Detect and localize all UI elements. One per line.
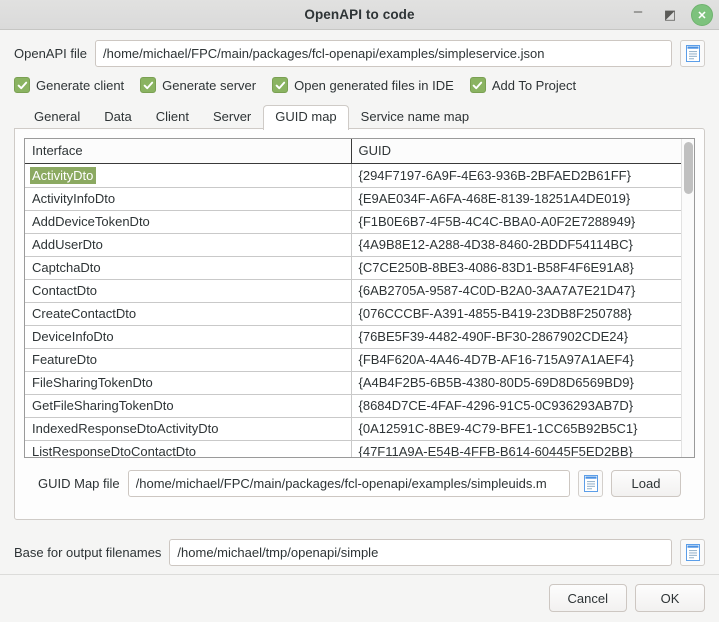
checkbox-open-generated-files-in-ide[interactable]: Open generated files in IDE [272,77,454,93]
document-icon [583,475,598,492]
scrollbar-thumb[interactable] [684,142,693,194]
guid-map-grid: Interface GUID ActivityDto {294F7197-6A9… [24,138,695,458]
table-row[interactable]: ContactDto {6AB2705A-9587-4C0D-B2A0-3AA7… [25,279,681,303]
window-controls: – ◩ ✕ [627,0,713,30]
table-row[interactable]: ListResponseDtoContactDto {47F11A9A-E54B… [25,440,681,457]
guid-map-grid-viewport: Interface GUID ActivityDto {294F7197-6A9… [25,139,681,457]
cancel-button[interactable]: Cancel [548,584,627,612]
cell-guid[interactable]: {0A12591C-8BE9-4C79-BFE1-1CC65B92B5C1} [351,417,681,441]
tab-general[interactable]: General [22,105,92,129]
cell-interface[interactable]: IndexedResponseDtoActivityDto [25,417,352,441]
table-row[interactable]: DeviceInfoDto {76BE5F39-4482-490F-BF30-2… [25,325,681,349]
base-output-browse-button[interactable] [680,539,705,566]
checkbox-label: Generate server [162,77,257,93]
table-row[interactable]: ActivityDto {294F7197-6A9F-4E63-936B-2BF… [25,163,681,188]
cell-interface[interactable]: FileSharingTokenDto [25,371,352,395]
tab-panel-guid-map: Interface GUID ActivityDto {294F7197-6A9… [14,128,705,520]
cell-guid[interactable]: {FB4F620A-4A46-4D7B-AF16-715A97A1AEF4} [351,348,681,372]
table-row[interactable]: FileSharingTokenDto {A4B4F2B5-6B5B-4380-… [25,371,681,395]
guid-map-file-input[interactable] [127,470,570,497]
cell-guid[interactable]: {E9AE034F-A6FA-468E-8139-18251A4DE019} [351,187,681,211]
cell-guid[interactable]: {76BE5F39-4482-490F-BF30-2867902CDE24} [351,325,681,349]
grid-vertical-scrollbar[interactable] [681,139,694,457]
cell-guid[interactable]: {6AB2705A-9587-4C0D-B2A0-3AA7A7E21D47} [351,279,681,303]
table-row[interactable]: ActivityInfoDto {E9AE034F-A6FA-468E-8139… [25,187,681,211]
table-row[interactable]: CreateContactDto {076CCCBF-A391-4855-B41… [25,302,681,326]
ok-button[interactable]: OK [635,584,705,612]
maximize-icon[interactable]: ◩ [659,4,681,26]
table-row[interactable]: CaptchaDto {C7CE250B-8BE3-4086-83D1-B58F… [25,256,681,280]
tab-guid-map[interactable]: GUID map [263,105,349,130]
cell-interface[interactable]: ListResponseDtoContactDto [25,440,352,457]
column-header-interface[interactable]: Interface [25,139,352,164]
window-titlebar: OpenAPI to code – ◩ ✕ [0,0,719,30]
checkbox-label: Add To Project [491,77,577,93]
cell-guid[interactable]: {A4B4F2B5-6B5B-4380-80D5-69D8D6569BD9} [351,371,681,395]
checkbox-add-to-project[interactable]: Add To Project [469,77,577,93]
base-output-row: Base for output filenames [14,539,705,566]
table-body: ActivityDto {294F7197-6A9F-4E63-936B-2BF… [25,163,681,457]
document-icon [685,544,700,561]
cell-interface[interactable]: CreateContactDto [25,302,352,326]
cell-guid[interactable]: {F1B0E6B7-4F5B-4C4C-BBA0-A0F2E7288949} [351,210,681,234]
cell-guid[interactable]: {076CCCBF-A391-4855-B419-23DB8F250788} [351,302,681,326]
checkbox-label: Generate client [36,77,125,93]
openapi-file-label: OpenAPI file [14,46,87,61]
guid-map-file-browse-button[interactable] [578,470,603,497]
table-row[interactable]: IndexedResponseDtoActivityDto {0A12591C-… [25,417,681,441]
tab-server[interactable]: Server [201,105,263,129]
cell-guid[interactable]: {4A9B8E12-A288-4D38-8460-2BDDF54114BC} [351,233,681,257]
minimize-icon[interactable]: – [627,4,649,26]
tab-data[interactable]: Data [92,105,143,129]
checkbox-generate-server[interactable]: Generate server [140,77,256,93]
base-output-label: Base for output filenames [14,545,162,560]
table-row[interactable]: FeatureDto {FB4F620A-4A46-4D7B-AF16-715A… [25,348,681,372]
cell-interface[interactable]: AddUserDto [25,233,352,257]
cell-interface[interactable]: ActivityInfoDto [25,187,352,211]
cell-guid[interactable]: {47F11A9A-E54B-4FFB-B614-60445F5ED2BB} [351,440,681,457]
openapi-file-browse-button[interactable] [680,40,705,67]
guid-map-file-row: GUID Map file Load [24,458,695,497]
table-row[interactable]: GetFileSharingTokenDto {8684D7CE-4FAF-42… [25,394,681,418]
cell-interface[interactable]: ActivityDto [25,163,352,188]
cell-interface[interactable]: CaptchaDto [25,256,352,280]
checkmark-icon [140,77,157,93]
openapi-file-row: OpenAPI file [14,40,705,67]
tab-client[interactable]: Client [144,105,201,129]
base-output-input[interactable] [169,539,672,566]
cell-interface-text: ActivityDto [30,166,97,184]
checkbox-generate-client[interactable]: Generate client [14,77,124,93]
table-row[interactable]: AddDeviceTokenDto {F1B0E6B7-4F5B-4C4C-BB… [25,210,681,234]
window-title: OpenAPI to code [304,7,415,22]
cell-interface[interactable]: FeatureDto [25,348,352,372]
cell-interface[interactable]: DeviceInfoDto [25,325,352,349]
checkmark-icon [14,77,30,93]
options-checkbox-row: Generate client Generate server Open gen… [14,77,705,93]
cell-interface[interactable]: GetFileSharingTokenDto [25,394,352,418]
table-row[interactable]: AddUserDto {4A9B8E12-A288-4D38-8460-2BDD… [25,233,681,257]
close-icon[interactable]: ✕ [691,4,713,26]
openapi-file-input[interactable] [95,40,672,67]
cell-guid[interactable]: {294F7197-6A9F-4E63-936B-2BFAED2B61FF} [351,163,681,188]
checkmark-icon [469,77,486,93]
load-button[interactable]: Load [611,470,681,497]
cell-interface[interactable]: ContactDto [25,279,352,303]
checkbox-label: Open generated files in IDE [294,77,454,93]
guid-map-file-label: GUID Map file [38,476,120,491]
table-header-row: Interface GUID [25,139,681,164]
dialog-content: OpenAPI file Generate client Gener [0,30,719,622]
cell-guid[interactable]: {C7CE250B-8BE3-4086-83D1-B58F4F6E91A8} [351,256,681,280]
checkmark-icon [272,77,289,93]
dialog-footer: Cancel OK [0,574,719,622]
tab-service-name-map[interactable]: Service name map [349,105,481,129]
cell-interface[interactable]: AddDeviceTokenDto [25,210,352,234]
cell-guid[interactable]: {8684D7CE-4FAF-4296-91C5-0C936293AB7D} [351,394,681,418]
tab-bar: General Data Client Server GUID map Serv… [14,105,705,130]
document-icon [685,45,700,62]
column-header-guid[interactable]: GUID [351,139,681,164]
